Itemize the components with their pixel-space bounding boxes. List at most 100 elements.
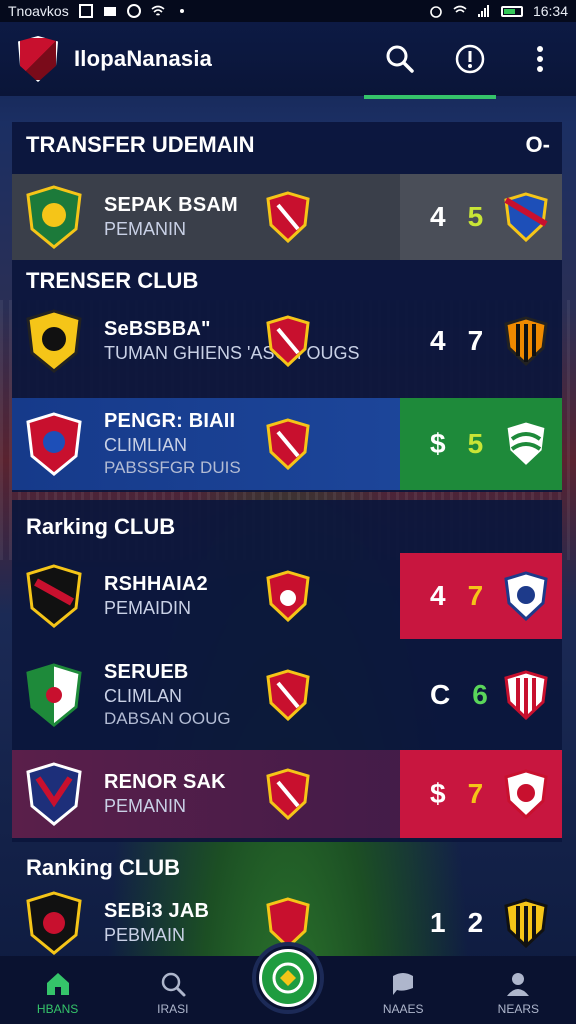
club-subtitle: PEMANIN [104,219,187,239]
right-club-crest-icon [504,571,548,621]
search-button[interactable] [382,41,418,77]
club-subtitle: PEMAIDIN [104,598,192,618]
app-actions [364,41,558,99]
app-logo-crest-icon [18,36,58,82]
opponent-crest-icon [266,768,310,820]
more-button[interactable] [522,41,558,77]
status-time: 16:34 [532,3,568,19]
wifi-icon [151,5,165,16]
carrier-label: Tnoavkos [8,3,69,19]
club-subtitle: PEBMAIN [104,925,186,945]
score-home: 4 [430,325,446,356]
chat-icon [393,973,414,995]
dots-icon [179,9,184,13]
club-name: RENOR SAK [104,771,226,793]
nav-profile-label: NEARS [497,1002,540,1016]
navy-red-club-crest-icon [26,762,82,826]
alarm-icon [430,6,442,18]
score-away: 7 [467,580,484,611]
nav-home-label: HBANS [36,1002,79,1016]
club-detail: PABSSFGR DUIS [104,458,241,477]
green-white-club-crest-icon [26,663,82,727]
right-club-crest-icon [504,769,548,819]
score-away: 2 [467,907,484,938]
club-subtitle: CLIMLIAN [104,435,188,455]
nav-chat-label: NAAES [382,1002,424,1016]
search-icon [161,972,186,997]
app-title: IlopaNanasia [74,46,213,71]
club-emblem-icon [259,949,317,1007]
club-name: SERUEB [104,661,189,683]
score-away: 5 [467,428,484,459]
cell-signal-icon [477,5,489,17]
club-name: RSHHAIA2 [104,573,208,595]
section-action-button[interactable]: O- [526,132,550,158]
right-club-crest-icon [504,192,548,242]
club-name: SeBSBBA" [104,318,211,340]
red-black-club-crest-icon [26,564,82,628]
opponent-crest-icon [266,570,310,622]
club-name: SEBi3 JAB [104,900,210,922]
score-away: 7 [467,778,484,809]
app-bar: IlopaNanasia [0,22,576,99]
score-home: $ [430,428,446,459]
score-away: 6 [472,679,488,710]
club-row[interactable]: RENOR SAK PEMANIN $ 7 [12,750,562,838]
home-icon [46,973,69,995]
mail-icon [103,7,116,16]
club-detail: DABSAN OOUG [104,709,231,728]
shield-icon [126,4,141,18]
image-icon [78,4,93,18]
club-row[interactable]: SeBSBBA" TUMAN GHIENS 'ASOH OUGS 4 7 [12,298,562,384]
nav-home[interactable]: HBANS [13,970,103,1016]
nav-search[interactable]: IRASI [128,970,218,1016]
score-home: $ [430,778,446,809]
score-home: C [430,679,451,710]
battery-icon [500,5,523,17]
right-club-crest-icon [504,670,548,720]
opponent-crest-icon [266,315,310,367]
section-title: TRANSFER UDEMAIN [26,132,255,157]
right-club-crest-icon [504,898,548,948]
yellow-club-crest-icon [26,309,82,373]
score-home: 1 [430,907,446,938]
wifi-signal-icon [453,5,467,13]
section-title: Ranking CLUB [26,855,180,880]
club-name: PENGR: BIAII [104,410,236,432]
search-icon [386,45,414,73]
club-subtitle: PEMANIN [104,796,187,816]
nav-chat[interactable]: NAAES [358,970,448,1016]
nav-profile[interactable]: NEARS [473,970,563,1016]
section-title: TRENSER CLUB [26,268,199,293]
blue-red-club-crest-icon [26,412,82,476]
score-home: 4 [430,201,446,232]
status-bar: Tnoavkos 16:34 [0,0,576,22]
club-subtitle: TUMAN GHIENS 'ASOH OUGS [104,343,360,363]
club-row[interactable]: PENGR: BIAII CLIMLIAN PABSSFGR DUIS $ 5 [12,398,562,490]
info-icon [455,44,485,74]
opponent-crest-icon [266,669,310,721]
score-away: 5 [467,201,484,232]
right-club-crest-icon [504,316,548,366]
section-title: Rarking CLUB [26,514,176,539]
score-away: 7 [467,325,484,356]
profile-icon [507,973,530,996]
green-club-crest-icon [26,185,82,249]
more-vert-icon [537,46,543,72]
center-fab-button[interactable] [252,942,324,1014]
emblem-glyph-icon [272,962,304,994]
score-home: 4 [430,580,446,611]
club-row[interactable]: SERUEB CLIMLAN DABSAN OOUG C 6 [12,648,562,742]
club-row[interactable]: SEPAK BSAM PEMANIN 4 5 [12,174,562,260]
club-name: SEPAK BSAM [104,194,238,216]
opponent-crest-icon [266,418,310,470]
nav-search-label: IRASI [157,1002,189,1016]
active-tab-indicator [364,95,496,99]
info-button[interactable] [452,41,488,77]
club-row[interactable]: RSHHAIA2 PEMAIDIN 4 7 [12,553,562,639]
bottom-navigation: HBANS IRASI NAAES NEARS [0,942,576,1024]
club-subtitle: CLIMLAN [104,686,183,706]
dark-club-crest-icon [26,891,82,955]
opponent-crest-icon [266,191,310,243]
right-club-crest-icon [504,419,548,469]
